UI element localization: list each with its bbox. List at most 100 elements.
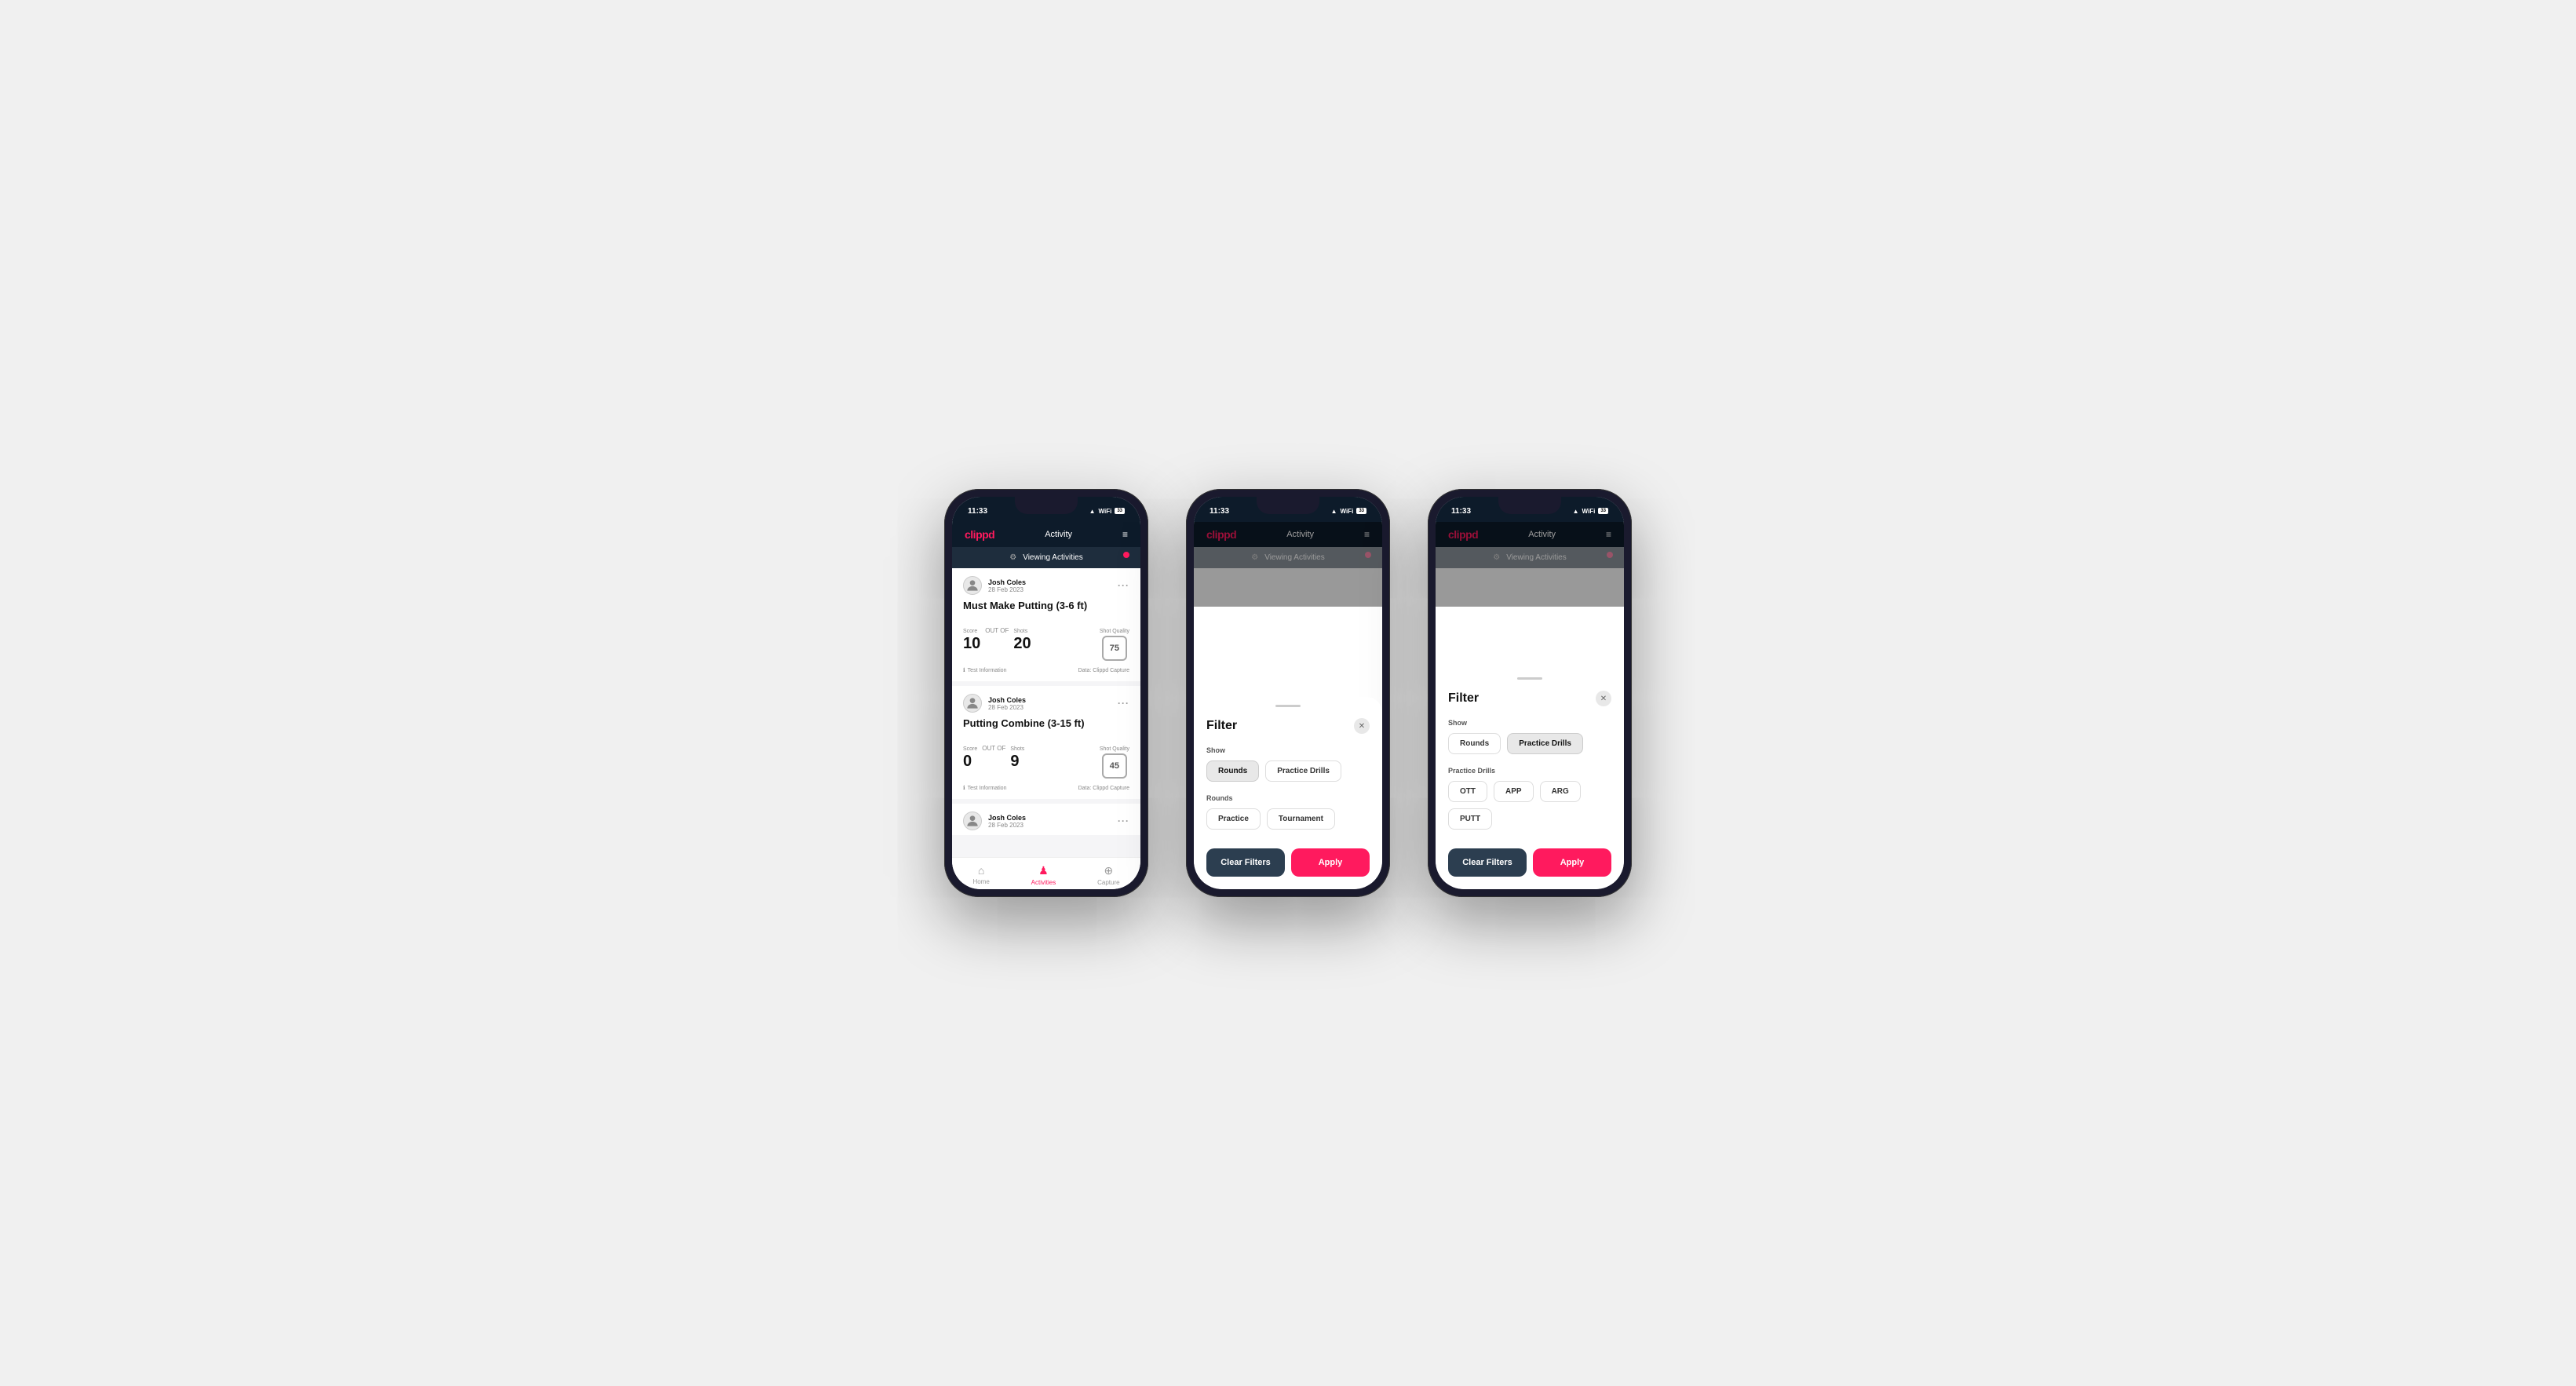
user-name-2: Josh Coles: [988, 696, 1026, 704]
out-of-1: OUT OF: [985, 618, 1009, 634]
rounds-show-btn-2[interactable]: Rounds: [1206, 760, 1259, 782]
rounds-filter-buttons-2: Practice Tournament: [1206, 808, 1370, 830]
notification-dot-1: [1123, 552, 1129, 558]
activity-card-3-stub: Josh Coles 28 Feb 2023 ···: [952, 804, 1140, 835]
shots-value-2: 9: [1010, 753, 1024, 769]
activities-icon: ♟: [1038, 864, 1049, 877]
clear-filters-btn-3[interactable]: Clear Filters: [1448, 848, 1527, 877]
shot-quality-2: Shot Quality 45: [1100, 746, 1129, 779]
more-options-2[interactable]: ···: [1118, 698, 1129, 709]
status-icons-3: ▲ WiFi 33: [1573, 508, 1608, 515]
phone-3-screen: 11:33 ▲ WiFi 33 clippd Activity ≡ ⚙ View…: [1436, 497, 1624, 889]
test-info-1: ℹ Test Information: [963, 667, 1006, 673]
home-icon: ⌂: [978, 864, 984, 877]
stats-row-1: Score 10 OUT OF Shots 20 Shot Quality 75: [963, 618, 1129, 661]
shots-value-1: 20: [1013, 636, 1031, 651]
practice-drills-show-btn-2[interactable]: Practice Drills: [1265, 760, 1341, 782]
user-info-3: Josh Coles 28 Feb 2023: [963, 812, 1026, 830]
show-label-3: Show: [1448, 719, 1611, 727]
shot-quality-1: Shot Quality 75: [1100, 629, 1129, 661]
card-title-2: Putting Combine (3-15 ft): [963, 717, 1129, 729]
viewing-bar-1[interactable]: ⚙ Viewing Activities: [952, 547, 1140, 568]
avatar-2: [963, 694, 982, 713]
data-source-1: Data: Clippd Capture: [1078, 668, 1129, 673]
viewing-label-1: Viewing Activities: [1023, 553, 1083, 562]
close-button-2[interactable]: ✕: [1354, 718, 1370, 734]
status-icons-2: ▲ WiFi 33: [1331, 508, 1366, 515]
user-date-1: 28 Feb 2023: [988, 586, 1026, 593]
score-label-1: Score: [963, 629, 980, 634]
phone-1: 11:33 ▲ WiFi 33 clippd Activity ≡ ⚙ View…: [944, 489, 1148, 897]
arg-btn-3[interactable]: ARG: [1540, 781, 1581, 802]
more-options-3[interactable]: ···: [1118, 815, 1129, 826]
putt-btn-3[interactable]: PUTT: [1448, 808, 1492, 830]
app-btn-3[interactable]: APP: [1494, 781, 1534, 802]
score-value-2: 0: [963, 753, 977, 769]
apply-btn-3[interactable]: Apply: [1533, 848, 1611, 877]
nav-bar-1: clippd Activity ≡: [952, 522, 1140, 547]
modal-handle-3: [1517, 677, 1542, 680]
apply-btn-2[interactable]: Apply: [1291, 848, 1370, 877]
card-title-1: Must Make Putting (3-6 ft): [963, 600, 1129, 611]
modal-title-3: Filter: [1448, 691, 1479, 706]
nav-title-1: Activity: [1045, 530, 1072, 539]
phone-1-screen: 11:33 ▲ WiFi 33 clippd Activity ≡ ⚙ View…: [952, 497, 1140, 889]
test-info-2: ℹ Test Information: [963, 785, 1006, 791]
drills-filter-buttons-3: OTT APP ARG PUTT: [1448, 781, 1611, 830]
card-footer-2: ℹ Test Information Data: Clippd Capture: [963, 785, 1129, 791]
card-header-2: Josh Coles 28 Feb 2023 ···: [963, 694, 1129, 713]
phone-2-screen: 11:33 ▲ WiFi 33 clippd Activity ≡ ⚙ View…: [1194, 497, 1382, 889]
modal-title-2: Filter: [1206, 719, 1237, 733]
filter-modal-2: Filter ✕ Show Rounds Practice Drills Rou…: [1194, 697, 1382, 889]
user-name-1: Josh Coles: [988, 578, 1026, 586]
filter-icon-1: ⚙: [1009, 553, 1016, 562]
nav-capture[interactable]: ⊕ Capture: [1097, 864, 1119, 886]
nav-activities[interactable]: ♟ Activities: [1031, 864, 1056, 886]
out-of-2: OUT OF: [982, 735, 1005, 752]
sq-badge-1: 75: [1102, 636, 1127, 661]
clear-filters-btn-2[interactable]: Clear Filters: [1206, 848, 1285, 877]
logo-1: clippd: [965, 528, 994, 541]
stats-row-2: Score 0 OUT OF Shots 9 Shot Quality 45: [963, 735, 1129, 779]
modal-footer-2: Clear Filters Apply: [1206, 848, 1370, 877]
capture-icon: ⊕: [1104, 864, 1113, 877]
user-info-1: Josh Coles 28 Feb 2023: [963, 576, 1026, 595]
more-options-1[interactable]: ···: [1118, 580, 1129, 591]
status-icons-1: ▲ WiFi 33: [1089, 508, 1125, 515]
avatar-1: [963, 576, 982, 595]
phone-notch-3: [1498, 497, 1561, 514]
show-filter-buttons-2: Rounds Practice Drills: [1206, 760, 1370, 782]
shots-label-2: Shots: [1010, 746, 1024, 752]
card-footer-1: ℹ Test Information Data: Clippd Capture: [963, 667, 1129, 673]
activity-card-2: Josh Coles 28 Feb 2023 ··· Putting Combi…: [952, 686, 1140, 799]
tournament-btn-2[interactable]: Tournament: [1267, 808, 1335, 830]
rounds-label-2: Rounds: [1206, 794, 1370, 802]
status-time-1: 11:33: [968, 507, 987, 516]
phones-container: 11:33 ▲ WiFi 33 clippd Activity ≡ ⚙ View…: [944, 489, 1632, 897]
rounds-show-btn-3[interactable]: Rounds: [1448, 733, 1501, 754]
status-time-2: 11:33: [1210, 507, 1229, 516]
phone-notch: [1015, 497, 1078, 514]
activity-card-1: Josh Coles 28 Feb 2023 ··· Must Make Put…: [952, 568, 1140, 681]
sq-label-1: Shot Quality: [1100, 629, 1129, 634]
filter-modal-3: Filter ✕ Show Rounds Practice Drills Pra…: [1436, 669, 1624, 889]
nav-home[interactable]: ⌂ Home: [972, 864, 989, 886]
practice-drills-show-btn-3[interactable]: Practice Drills: [1507, 733, 1583, 754]
close-button-3[interactable]: ✕: [1596, 691, 1611, 706]
hamburger-menu-1[interactable]: ≡: [1122, 529, 1128, 540]
user-date-2: 28 Feb 2023: [988, 704, 1026, 711]
modal-header-3: Filter ✕: [1448, 691, 1611, 706]
user-name-3: Josh Coles: [988, 814, 1026, 822]
card-header-3: Josh Coles 28 Feb 2023 ···: [963, 812, 1129, 830]
show-label-2: Show: [1206, 746, 1370, 754]
show-filter-buttons-3: Rounds Practice Drills: [1448, 733, 1611, 754]
user-date-3: 28 Feb 2023: [988, 822, 1026, 829]
drills-label-3: Practice Drills: [1448, 767, 1611, 775]
phone-3: 11:33 ▲ WiFi 33 clippd Activity ≡ ⚙ View…: [1428, 489, 1632, 897]
status-time-3: 11:33: [1451, 507, 1471, 516]
phone-2: 11:33 ▲ WiFi 33 clippd Activity ≡ ⚙ View…: [1186, 489, 1390, 897]
modal-handle-2: [1275, 705, 1301, 707]
ott-btn-3[interactable]: OTT: [1448, 781, 1487, 802]
practice-round-btn-2[interactable]: Practice: [1206, 808, 1261, 830]
sq-badge-2: 45: [1102, 753, 1127, 779]
